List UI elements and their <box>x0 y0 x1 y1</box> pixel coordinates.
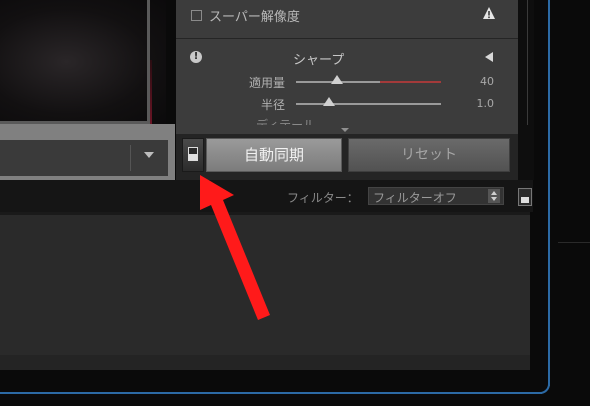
window-outline-bottom <box>0 392 542 394</box>
filter-select-value[interactable]: フィルターオフ <box>373 189 457 206</box>
filter-label: フィルター： <box>287 191 359 205</box>
toolbar <box>0 140 168 176</box>
annotation-arrow-icon <box>200 175 270 320</box>
window-outline-corner <box>536 380 550 394</box>
dropdown-arrow-icon[interactable] <box>144 152 154 158</box>
bottom-strip <box>0 355 530 370</box>
amount-slider-thumb[interactable] <box>331 75 343 84</box>
amount-slider-highlight <box>380 81 441 83</box>
auto-sync-button[interactable]: 自動同期 <box>206 138 342 172</box>
spinner-icon[interactable] <box>488 189 500 203</box>
section-divider <box>176 38 518 39</box>
right-scrollbar-area <box>518 0 534 180</box>
sharpen-section-title[interactable]: シャープ <box>293 49 344 68</box>
alert-icon[interactable]: ! <box>190 51 202 63</box>
radius-slider-thumb[interactable] <box>323 97 335 106</box>
radius-value[interactable]: 1.0 <box>454 97 495 110</box>
right-scrollbar-line <box>527 0 528 125</box>
reset-button[interactable]: リセット <box>348 138 510 172</box>
radius-slider-track[interactable] <box>296 103 441 105</box>
photo-frame <box>0 0 150 124</box>
amount-value[interactable]: 40 <box>454 75 494 88</box>
panel-expand-caret-icon[interactable] <box>341 128 349 132</box>
detail-row-partial: ディテール <box>256 118 316 125</box>
radius-slider-label: 半径 <box>260 98 285 112</box>
warning-icon[interactable] <box>482 6 496 20</box>
background-line <box>558 242 590 243</box>
toolbar-divider <box>130 145 131 171</box>
filmstrip-toggle[interactable] <box>518 188 532 206</box>
window-outline-right <box>548 0 550 386</box>
super-resolution-label: スーパー解像度 <box>209 10 300 25</box>
filmstrip-toggle-icon <box>521 197 529 203</box>
amount-slider-label: 適用量 <box>248 76 285 90</box>
sync-toggle-switch[interactable] <box>182 138 204 172</box>
sync-toggle-icon <box>188 147 198 161</box>
collapse-icon[interactable] <box>485 52 493 62</box>
super-resolution-checkbox[interactable] <box>191 10 202 21</box>
